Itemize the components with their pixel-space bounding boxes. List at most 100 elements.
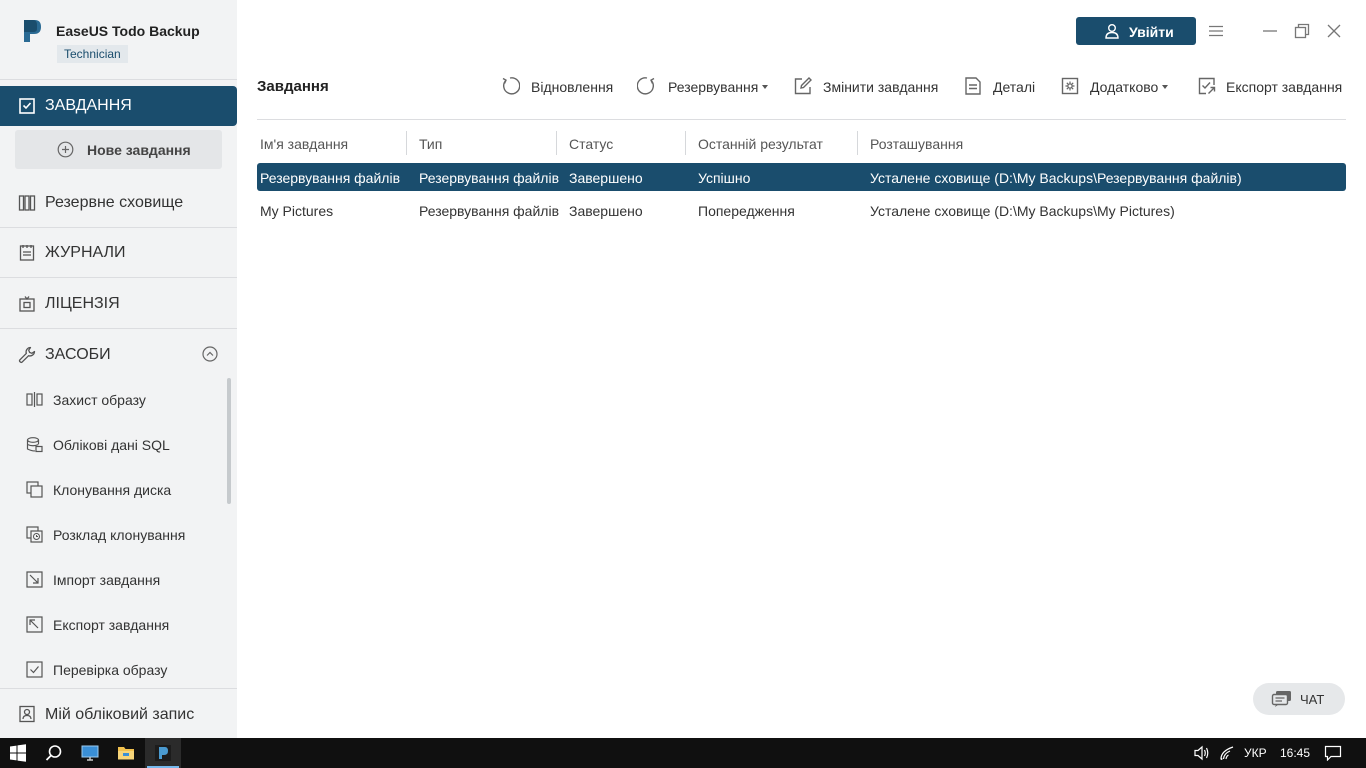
network-icon[interactable] xyxy=(1219,745,1235,761)
tool-image-protect[interactable]: Захист образу xyxy=(0,377,228,422)
cell-location: Усталене сховище (D:\My Backups\My Pictu… xyxy=(870,203,1175,219)
notifications-icon[interactable] xyxy=(1324,745,1342,761)
gear-icon xyxy=(1061,77,1079,95)
monitor-icon xyxy=(81,745,99,761)
tool-export-task-label: Експорт завдання xyxy=(53,617,170,633)
column-header-status[interactable]: Статус xyxy=(569,136,613,152)
nav-tasks-label: ЗАВДАННЯ xyxy=(45,97,132,114)
tasks-icon xyxy=(19,98,35,114)
column-divider[interactable] xyxy=(857,131,858,155)
export-task-button[interactable]: Експорт завдання xyxy=(1197,76,1342,96)
tool-disk-clone-label: Клонування диска xyxy=(53,482,172,498)
backup-button[interactable]: Резервування xyxy=(637,76,769,96)
column-divider[interactable] xyxy=(685,131,686,155)
menu-icon[interactable] xyxy=(1207,22,1225,40)
column-divider[interactable] xyxy=(406,131,407,155)
app-title: EaseUS Todo Backup xyxy=(56,23,200,39)
nav-my-account[interactable]: Мій обліковий запис xyxy=(0,688,237,738)
column-header-last-result[interactable]: Останній результат xyxy=(698,136,823,152)
advanced-button[interactable]: Додатково xyxy=(1060,76,1170,96)
login-button[interactable]: Увійти xyxy=(1076,17,1196,45)
license-icon xyxy=(19,296,35,312)
chat-button[interactable]: ЧАТ xyxy=(1253,683,1345,715)
brand-header: EaseUS Todo Backup Technician xyxy=(0,0,237,80)
nav-license-label: ЛІЦЕНЗІЯ xyxy=(45,295,120,312)
tool-check-image[interactable]: Перевірка образу xyxy=(0,647,228,692)
tool-check-image-label: Перевірка образу xyxy=(53,662,168,678)
logs-icon xyxy=(19,245,35,261)
cell-last-result: Успішно xyxy=(698,170,751,186)
table-row[interactable]: Резервування файлів Резервування файлів … xyxy=(257,163,1346,191)
tool-clone-schedule-label: Розклад клонування xyxy=(53,527,186,543)
backup-label: Резервування xyxy=(668,79,759,95)
check-image-icon xyxy=(26,661,43,678)
account-icon xyxy=(19,705,35,723)
column-header-location[interactable]: Розташування xyxy=(870,136,963,152)
restore-icon xyxy=(502,77,520,95)
table-row[interactable]: My Pictures Резервування файлів Завершен… xyxy=(257,196,1346,224)
chevron-up-icon[interactable] xyxy=(202,346,218,362)
user-icon xyxy=(1105,24,1119,39)
plus-circle-icon xyxy=(57,141,74,158)
cell-type: Резервування файлів xyxy=(419,170,560,186)
caret-down-icon xyxy=(762,85,769,90)
windows-taskbar: УКР 16:45 xyxy=(0,738,1366,768)
chat-icon xyxy=(1271,691,1291,707)
details-label: Деталі xyxy=(993,79,1036,95)
export-task-label: Експорт завдання xyxy=(1226,79,1343,95)
tool-sql-credentials-label: Облікові дані SQL xyxy=(53,437,170,453)
close-icon[interactable] xyxy=(1325,22,1343,40)
details-button[interactable]: Деталі xyxy=(963,76,1035,96)
nav-tools-label: ЗАСОБИ xyxy=(45,346,111,363)
volume-icon[interactable] xyxy=(1193,745,1211,761)
restore-button[interactable]: Відновлення xyxy=(500,76,613,96)
tool-image-protect-label: Захист образу xyxy=(53,392,146,408)
easeus-taskbar-icon xyxy=(155,745,171,761)
cell-type: Резервування файлів xyxy=(419,203,560,219)
clone-schedule-icon xyxy=(26,526,43,543)
search-taskbar-button[interactable] xyxy=(36,738,72,768)
cell-status: Завершено xyxy=(569,170,643,186)
new-task-button[interactable]: Нове завдання xyxy=(15,130,222,169)
tool-sql-credentials[interactable]: Облікові дані SQL xyxy=(0,422,228,467)
export-task-icon xyxy=(26,616,43,633)
nav-tasks[interactable]: ЗАВДАННЯ xyxy=(0,86,237,126)
minimize-icon[interactable] xyxy=(1261,22,1279,40)
new-task-label: Нове завдання xyxy=(87,142,191,158)
nav-my-account-label: Мій обліковий запис xyxy=(45,706,195,723)
edit-task-button[interactable]: Змінити завдання xyxy=(793,76,938,96)
chat-label: ЧАТ xyxy=(1300,692,1325,707)
page-title: Завдання xyxy=(257,78,329,95)
tool-import-task[interactable]: Імпорт завдання xyxy=(0,557,228,602)
taskbar-app-desktop[interactable] xyxy=(72,738,108,768)
nav-logs[interactable]: ЖУРНАЛИ xyxy=(0,228,237,278)
nav-logs-label: ЖУРНАЛИ xyxy=(45,244,126,261)
taskbar-file-explorer[interactable] xyxy=(108,738,144,768)
tool-export-task[interactable]: Експорт завдання xyxy=(0,602,228,647)
edit-icon xyxy=(794,77,812,95)
restore-window-icon[interactable] xyxy=(1293,22,1311,40)
start-button[interactable] xyxy=(0,738,36,768)
cell-task-name: My Pictures xyxy=(260,203,334,219)
advanced-label: Додатково xyxy=(1090,79,1159,95)
sidebar-scrollbar[interactable] xyxy=(227,378,231,504)
nav-backup-storage[interactable]: Резервне сховище xyxy=(0,178,237,228)
tool-disk-clone[interactable]: Клонування диска xyxy=(0,467,228,512)
backup-icon xyxy=(637,77,655,95)
column-divider[interactable] xyxy=(556,131,557,155)
column-header-name[interactable]: Ім'я завдання xyxy=(260,136,348,152)
column-header-type[interactable]: Тип xyxy=(419,136,442,152)
toolbar-divider xyxy=(257,119,1346,120)
storage-icon xyxy=(18,195,36,211)
clock[interactable]: 16:45 xyxy=(1280,746,1310,760)
language-indicator[interactable]: УКР xyxy=(1244,746,1267,760)
wrench-icon xyxy=(18,346,36,364)
taskbar-easeus-app[interactable] xyxy=(145,738,181,768)
edition-badge: Technician xyxy=(57,45,128,63)
import-task-icon xyxy=(26,571,43,588)
tool-clone-schedule[interactable]: Розклад клонування xyxy=(0,512,228,557)
nav-license[interactable]: ЛІЦЕНЗІЯ xyxy=(0,279,237,329)
folder-icon xyxy=(118,747,134,760)
sidebar: EaseUS Todo Backup Technician ЗАВДАННЯ Н… xyxy=(0,0,237,738)
cell-last-result: Попередження xyxy=(698,203,795,219)
